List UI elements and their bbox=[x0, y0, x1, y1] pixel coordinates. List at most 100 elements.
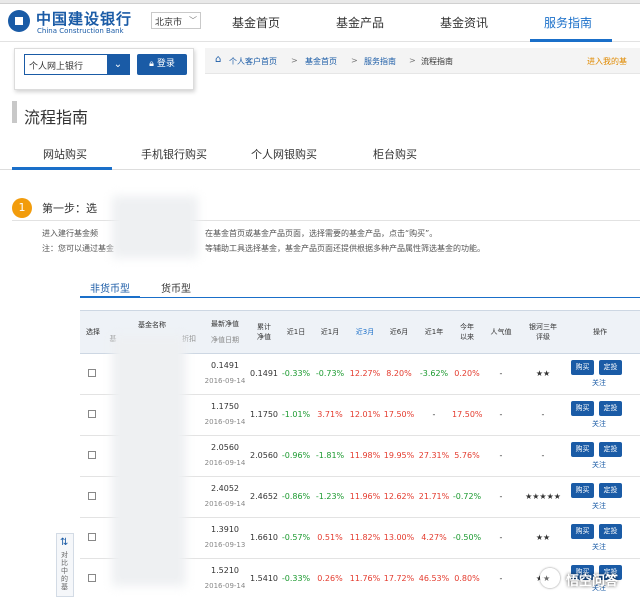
header-6m[interactable]: 近6月 bbox=[382, 327, 416, 337]
header-latest-nav[interactable]: 最新净值 bbox=[204, 319, 246, 329]
breadcrumb-personal-home[interactable]: 个人客户首页 bbox=[229, 56, 277, 67]
buy-button[interactable]: 购买 bbox=[571, 401, 594, 416]
auto-invest-button[interactable]: 定投 bbox=[599, 401, 622, 416]
nav-fund-products[interactable]: 基金产品 bbox=[336, 14, 384, 31]
step-description-2b: 等辅助工具选择基金，基金产品页面还提供根据多种产品属性筛选基金的功能。 bbox=[205, 244, 485, 253]
nav-date: 2016-09-14 bbox=[204, 582, 246, 590]
nav-date: 2016-09-13 bbox=[204, 541, 246, 549]
return-m1: 0.51% bbox=[317, 533, 343, 542]
follow-link[interactable]: 关注 bbox=[592, 460, 606, 470]
return-m6: 13.00% bbox=[383, 533, 415, 542]
buy-button[interactable]: 购买 bbox=[571, 483, 594, 498]
return-m3: 11.76% bbox=[349, 574, 381, 583]
return-m1: 3.71% bbox=[317, 410, 343, 419]
header-1y[interactable]: 近1年 bbox=[417, 327, 451, 337]
nav-date: 2016-09-14 bbox=[204, 459, 246, 467]
breadcrumb: ⌂ 个人客户首页 > 基金首页 > 服务指南 > 流程指南 进入我的基 bbox=[205, 48, 640, 74]
auto-invest-button[interactable]: 定投 bbox=[599, 524, 622, 539]
login-type-value: 个人网上银行 bbox=[29, 62, 84, 72]
step-description-2a: 注：您可以通过基金 bbox=[42, 244, 114, 253]
header-select: 选择 bbox=[86, 328, 100, 336]
galaxy-rating: - bbox=[541, 451, 545, 460]
return-m1: -0.73% bbox=[315, 369, 345, 378]
return-y1: 21.71% bbox=[418, 492, 450, 501]
header-action: 操作 bbox=[593, 328, 607, 336]
login-panel: 个人网上银行 ⌄ 🔒︎ 登录 bbox=[14, 48, 194, 90]
nav-active-indicator bbox=[530, 39, 612, 42]
tab-mobile-banking[interactable]: 手机银行购买 bbox=[141, 146, 207, 162]
fund-type-tabs: 非货币型 货币型 bbox=[80, 278, 640, 298]
return-m6: 19.95% bbox=[383, 451, 415, 460]
header-rating-2: 评级 bbox=[536, 333, 550, 341]
popularity-value: - bbox=[499, 492, 503, 501]
compare-sidebar-tab[interactable]: ⇅ 对比中的基 bbox=[56, 533, 74, 597]
nav-fund-news[interactable]: 基金资讯 bbox=[440, 14, 488, 31]
tab-counter-purchase[interactable]: 柜台购买 bbox=[373, 146, 417, 162]
header-1m[interactable]: 近1月 bbox=[313, 327, 347, 337]
latest-nav: 0.1491 bbox=[211, 361, 239, 370]
header-1d[interactable]: 近1日 bbox=[280, 327, 312, 337]
city-value: 北京市 bbox=[155, 18, 183, 28]
header-cum-nav-1[interactable]: 累计 bbox=[250, 322, 278, 332]
breadcrumb-separator: > bbox=[351, 56, 358, 65]
site-header: 中国建设银行 China Construction Bank 北京市 ﹀ 基金首… bbox=[0, 4, 640, 42]
return-d1: -0.86% bbox=[281, 492, 311, 501]
header-3m[interactable]: 近3月 bbox=[348, 327, 382, 337]
return-m3: 11.96% bbox=[349, 492, 381, 501]
buy-button[interactable]: 购买 bbox=[571, 442, 594, 457]
header-popularity[interactable]: 人气值 bbox=[484, 327, 518, 337]
purchase-tabs: 网站购买 手机银行购买 个人网银购买 柜台购买 bbox=[0, 140, 640, 170]
return-ytd: 0.80% bbox=[454, 574, 480, 583]
buy-button[interactable]: 购买 bbox=[571, 524, 594, 539]
return-ytd: -0.72% bbox=[452, 492, 482, 501]
auto-invest-button[interactable]: 定投 bbox=[599, 360, 622, 375]
page-title-marker bbox=[12, 101, 17, 123]
buy-button[interactable]: 购买 bbox=[571, 360, 594, 375]
ccb-logo[interactable]: 中国建设银行 China Construction Bank bbox=[4, 7, 150, 37]
tab-website-purchase[interactable]: 网站购买 bbox=[43, 146, 87, 162]
popularity-value: - bbox=[499, 369, 503, 378]
row-select-checkbox[interactable] bbox=[88, 492, 96, 500]
row-select-checkbox[interactable] bbox=[88, 533, 96, 541]
nav-date: 2016-09-14 bbox=[204, 500, 246, 508]
row-select-checkbox[interactable] bbox=[88, 574, 96, 582]
galaxy-rating: - bbox=[541, 410, 545, 419]
row-select-checkbox[interactable] bbox=[88, 369, 96, 377]
cumulative-nav: 1.5410 bbox=[250, 574, 278, 583]
city-select[interactable]: 北京市 ﹀ bbox=[151, 12, 201, 29]
tab-personal-ebanking[interactable]: 个人网银购买 bbox=[251, 146, 317, 162]
return-m1: -1.23% bbox=[315, 492, 345, 501]
return-d1: -0.33% bbox=[281, 574, 311, 583]
header-rating-1[interactable]: 银河三年 bbox=[522, 322, 564, 332]
nav-service-guide[interactable]: 服务指南 bbox=[544, 14, 592, 31]
header-ytd-1[interactable]: 今年 bbox=[452, 322, 482, 332]
return-y1: 27.31% bbox=[418, 451, 450, 460]
follow-link[interactable]: 关注 bbox=[592, 419, 606, 429]
my-fund-link[interactable]: 进入我的基 bbox=[587, 56, 627, 67]
auto-invest-button[interactable]: 定投 bbox=[599, 483, 622, 498]
login-type-select[interactable]: 个人网上银行 ⌄ bbox=[24, 54, 130, 75]
header-fund-name[interactable]: 基金名称 bbox=[122, 320, 182, 330]
cumulative-nav: 2.4652 bbox=[250, 492, 278, 501]
follow-link[interactable]: 关注 bbox=[592, 542, 606, 552]
header-nav-date: 净值日期 bbox=[211, 336, 239, 344]
step-number-badge: 1 bbox=[12, 198, 32, 218]
login-button[interactable]: 🔒︎ 登录 bbox=[137, 54, 187, 75]
step-description-1a: 进入建行基金频 bbox=[42, 229, 98, 238]
tab-non-money-fund[interactable]: 非货币型 bbox=[90, 280, 130, 295]
breadcrumb-separator: > bbox=[291, 56, 298, 65]
auto-invest-button[interactable]: 定投 bbox=[599, 442, 622, 457]
tab-money-fund[interactable]: 货币型 bbox=[161, 280, 191, 295]
nav-fund-home[interactable]: 基金首页 bbox=[232, 14, 280, 31]
row-select-checkbox[interactable] bbox=[88, 451, 96, 459]
home-icon[interactable]: ⌂ bbox=[215, 54, 221, 65]
breadcrumb-service-guide[interactable]: 服务指南 bbox=[364, 56, 396, 67]
follow-link[interactable]: 关注 bbox=[592, 378, 606, 388]
return-ytd: 0.20% bbox=[454, 369, 480, 378]
breadcrumb-fund-home[interactable]: 基金首页 bbox=[305, 56, 337, 67]
row-select-checkbox[interactable] bbox=[88, 410, 96, 418]
chevron-down-icon: ﹀ bbox=[189, 16, 197, 25]
logo-cn-text: 中国建设银行 bbox=[36, 10, 133, 28]
chevron-down-icon: ⌄ bbox=[107, 55, 129, 74]
follow-link[interactable]: 关注 bbox=[592, 501, 606, 511]
